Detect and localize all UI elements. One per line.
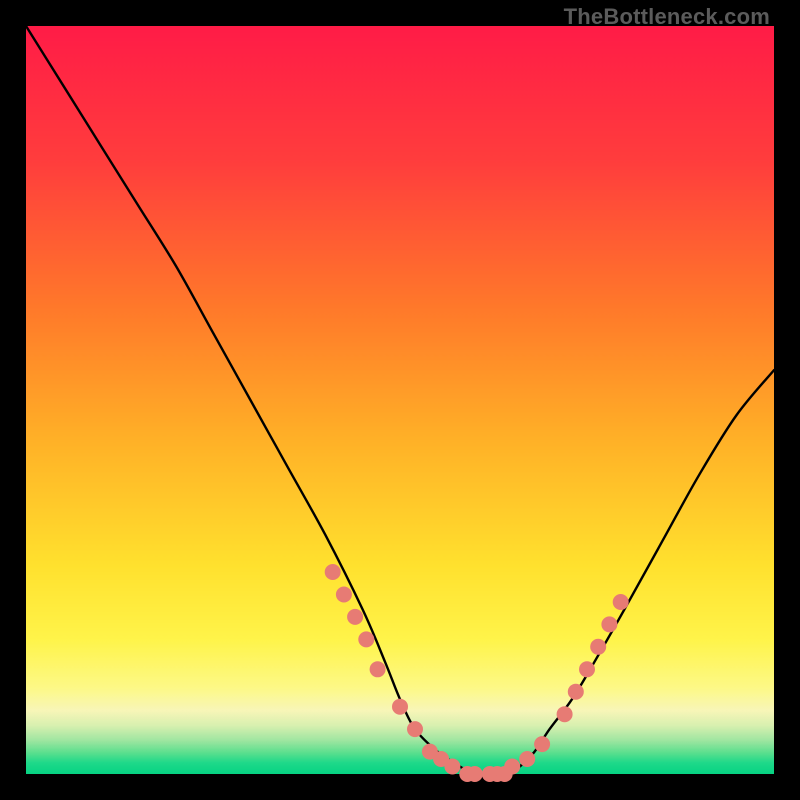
highlight-dot	[504, 759, 520, 775]
highlight-dot	[519, 751, 535, 767]
highlight-dot	[590, 639, 606, 655]
watermark-text: TheBottleneck.com	[564, 4, 770, 30]
highlight-dot	[347, 609, 363, 625]
bottleneck-curve	[26, 26, 774, 775]
highlight-dot	[325, 564, 341, 580]
highlight-dot	[601, 616, 617, 632]
highlight-dot	[444, 759, 460, 775]
highlight-dot	[557, 706, 573, 722]
highlight-dot	[579, 661, 595, 677]
highlight-dot	[568, 684, 584, 700]
chart-frame	[26, 26, 774, 774]
highlight-dot	[358, 631, 374, 647]
chart-svg	[26, 26, 774, 774]
highlight-dot	[613, 594, 629, 610]
highlight-dot	[407, 721, 423, 737]
highlight-dot	[392, 699, 408, 715]
highlight-dots	[325, 564, 629, 782]
highlight-dot	[467, 766, 483, 782]
highlight-dot	[534, 736, 550, 752]
highlight-dot	[336, 587, 352, 603]
highlight-dot	[370, 661, 386, 677]
